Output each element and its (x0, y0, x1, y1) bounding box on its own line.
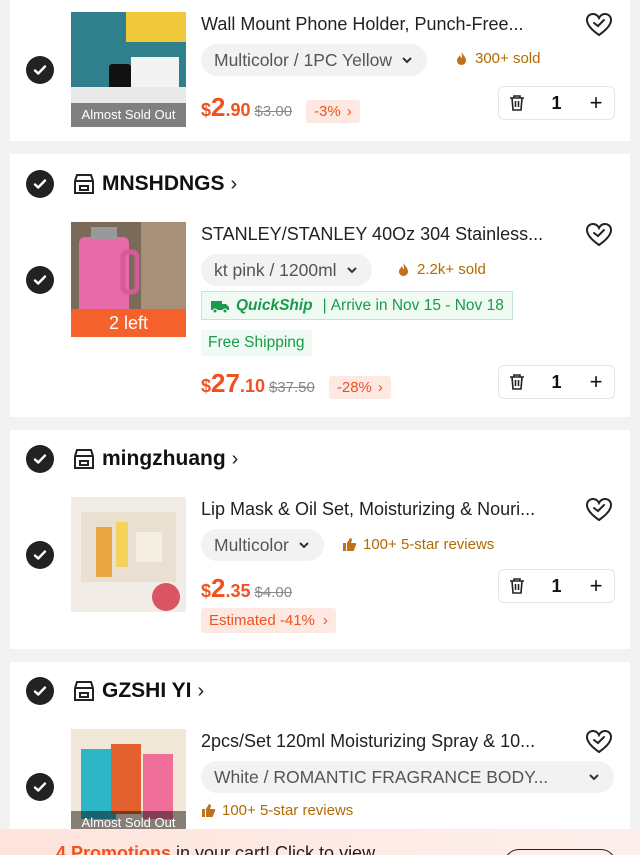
truck-icon (211, 300, 229, 313)
check-icon (33, 275, 47, 285)
product-title[interactable]: Lip Mask & Oil Set, Moisturizing & Nouri… (201, 499, 571, 520)
quantity-stepper[interactable]: 1 + (498, 365, 615, 399)
product-image[interactable]: 2 left (71, 222, 186, 337)
delete-button[interactable] (499, 366, 535, 398)
store-select-checkbox[interactable] (26, 170, 54, 198)
quantity-stepper[interactable]: 1 + (498, 569, 615, 603)
store-header[interactable]: GZSHI YI › (72, 676, 204, 706)
sold-count: 300+ sold (454, 50, 540, 67)
product-image[interactable]: Almost Sold Out (71, 12, 186, 127)
chevron-right-icon: › (230, 172, 238, 195)
thumbs-up-icon (343, 538, 357, 551)
product-image[interactable] (71, 497, 186, 612)
free-shipping-badge: Free Shipping (201, 330, 312, 356)
store-header[interactable]: MNSHDNGS › (72, 169, 237, 199)
store-select-checkbox[interactable] (26, 445, 54, 473)
quantity-value[interactable]: 1 (535, 93, 578, 114)
delete-button[interactable] (499, 570, 535, 602)
check-icon (33, 686, 47, 696)
check-icon (33, 782, 47, 792)
check-icon (33, 550, 47, 560)
chevron-down-icon (402, 57, 412, 64)
promotions-text: 4 Promotions in your cart! Click to view (56, 843, 376, 855)
heart-icon[interactable] (585, 11, 613, 39)
store-icon (74, 449, 94, 469)
promotions-banner[interactable]: 4 Promotions in your cart! Click to view (0, 829, 640, 855)
item-select-checkbox[interactable] (26, 773, 54, 801)
check-icon (33, 65, 47, 75)
trash-icon (510, 374, 524, 390)
item-select-checkbox[interactable] (26, 56, 54, 84)
trash-icon (510, 95, 524, 111)
product-title[interactable]: STANLEY/STANLEY 40Oz 304 Stainless... (201, 224, 571, 245)
estimated-discount-badge[interactable]: Estimated -41% › (201, 608, 336, 633)
trash-icon (510, 578, 524, 594)
variant-selector[interactable]: kt pink / 1200ml (201, 254, 372, 286)
chevron-down-icon (299, 542, 309, 549)
sold-count: 2.2k+ sold (396, 261, 486, 278)
discount-badge[interactable]: -3% › (306, 100, 360, 123)
store-name: mingzhuang (102, 447, 226, 470)
store-name: GZSHI YI (102, 679, 192, 702)
product-image[interactable]: Almost Sold Out (71, 729, 186, 829)
quantity-value[interactable]: 1 (535, 576, 578, 597)
variant-label: Multicolor (214, 534, 289, 555)
discount-badge[interactable]: -28% › (328, 376, 391, 399)
check-icon (33, 179, 47, 189)
heart-icon[interactable] (585, 728, 613, 756)
store-header[interactable]: mingzhuang › (72, 444, 238, 474)
variant-selector[interactable]: White / ROMANTIC FRAGRANCE BODY... (201, 761, 614, 793)
chevron-right-icon: › (197, 679, 205, 702)
original-price: $37.50 (268, 379, 315, 396)
quantity-stepper[interactable]: 1 + (498, 86, 615, 120)
heart-icon[interactable] (585, 221, 613, 249)
flame-icon (457, 52, 466, 65)
thumb-tag: Almost Sold Out (71, 811, 186, 829)
quantity-value[interactable]: 1 (535, 372, 578, 393)
chevron-down-icon (589, 774, 599, 781)
increase-button[interactable]: + (578, 90, 614, 116)
increase-button[interactable]: + (578, 573, 614, 599)
review-count: 100+ 5-star reviews (342, 536, 494, 553)
quickship-label: QuickShip (236, 296, 313, 314)
quickship-badge[interactable]: QuickShip | Arrive in Nov 15 - Nov 18 (201, 291, 513, 320)
stock-tag: 2 left (71, 309, 186, 337)
variant-label: White / ROMANTIC FRAGRANCE BODY... (214, 766, 549, 787)
check-icon (33, 454, 47, 464)
item-select-checkbox[interactable] (26, 541, 54, 569)
variant-label: Multicolor / 1PC Yellow (214, 49, 392, 70)
review-count: 100+ 5-star reviews (201, 802, 353, 819)
original-price: $3.00 (254, 103, 293, 120)
price: $2.90 $3.00 -3% › (201, 92, 360, 123)
increase-button[interactable]: + (578, 369, 614, 395)
store-name: MNSHDNGS (102, 172, 225, 195)
view-promotions-button[interactable] (504, 849, 616, 855)
store-icon (74, 681, 94, 701)
chevron-right-icon: › (231, 447, 239, 470)
item-select-checkbox[interactable] (26, 266, 54, 294)
arrival-text: Arrive in Nov 15 - Nov 18 (330, 296, 504, 314)
variant-selector[interactable]: Multicolor (201, 529, 324, 561)
price: $27.10 $37.50 -28% › (201, 368, 391, 399)
thumb-tag: Almost Sold Out (71, 103, 186, 127)
price: $2.35 $4.00 (201, 573, 293, 603)
original-price: $4.00 (254, 584, 293, 601)
store-select-checkbox[interactable] (26, 677, 54, 705)
variant-label: kt pink / 1200ml (214, 259, 337, 280)
thumbs-up-icon (202, 804, 216, 817)
lip-mask-set-image (71, 497, 186, 612)
variant-selector[interactable]: Multicolor / 1PC Yellow (201, 44, 427, 76)
chevron-down-icon (346, 267, 357, 274)
heart-icon[interactable] (585, 496, 613, 524)
store-icon (74, 174, 94, 194)
product-title[interactable]: Wall Mount Phone Holder, Punch-Free... (201, 14, 571, 35)
flame-icon (399, 263, 408, 276)
product-title[interactable]: 2pcs/Set 120ml Moisturizing Spray & 10..… (201, 731, 571, 752)
delete-button[interactable] (499, 87, 535, 119)
